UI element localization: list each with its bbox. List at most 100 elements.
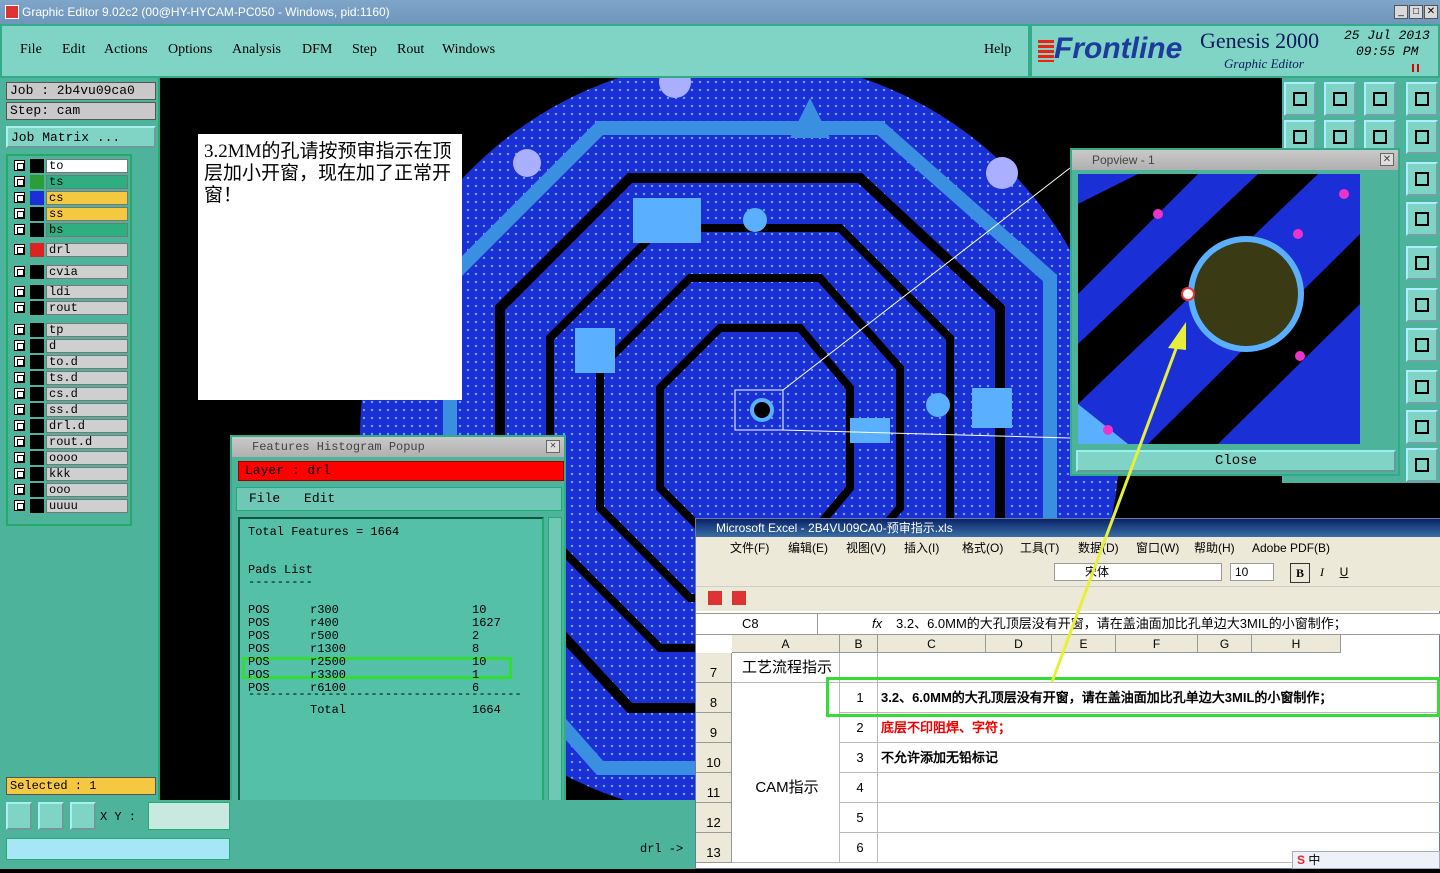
excel-menu-item[interactable]: 视图(V) xyxy=(846,537,886,559)
layer-color-swatch[interactable] xyxy=(30,499,44,513)
layer-color-swatch[interactable] xyxy=(30,207,44,221)
layer-name[interactable]: bs xyxy=(46,223,128,237)
layer-row-drl-d[interactable]: drl.d xyxy=(10,419,128,433)
help-icon[interactable] xyxy=(1406,162,1438,196)
cell-a[interactable] xyxy=(732,713,840,743)
save-icon[interactable] xyxy=(1324,82,1356,116)
italic-button[interactable]: I xyxy=(1312,563,1332,583)
excel-menu-item[interactable]: 插入(I) xyxy=(904,537,939,559)
layer-row-ts-d[interactable]: ts.d xyxy=(10,371,128,385)
layer-color-swatch[interactable] xyxy=(30,301,44,315)
cell-a[interactable]: 工艺流程指示 xyxy=(732,653,840,683)
layer-name[interactable]: d xyxy=(46,339,128,353)
layer-color-swatch[interactable] xyxy=(30,191,44,205)
menu-file[interactable]: File xyxy=(20,42,42,58)
menu-analysis[interactable]: Analysis xyxy=(232,42,281,58)
bold-button[interactable]: B xyxy=(1290,563,1310,583)
layer-name[interactable]: ss xyxy=(46,207,128,221)
layer-row-ldi[interactable]: ldi xyxy=(10,285,128,299)
layer-checkbox[interactable] xyxy=(14,286,25,297)
layer-color-swatch[interactable] xyxy=(30,467,44,481)
layer-row-to[interactable]: to xyxy=(10,159,128,173)
cell-a[interactable]: CAM指示 xyxy=(732,773,840,803)
histogram-menu-file[interactable]: File xyxy=(249,491,280,506)
layer-row-cvia[interactable]: cvia xyxy=(10,265,128,279)
histogram-close-icon[interactable]: ✕ xyxy=(546,440,560,453)
menu-dfm[interactable]: DFM xyxy=(302,42,332,58)
excel-menu-item[interactable]: 帮助(H) xyxy=(1194,537,1235,559)
selected-hole[interactable] xyxy=(750,398,774,422)
layer-color-swatch[interactable] xyxy=(30,435,44,449)
cell-a[interactable] xyxy=(732,833,840,863)
column-header[interactable]: C xyxy=(878,635,986,653)
minimize-button[interactable]: _ xyxy=(1394,5,1408,19)
ime-tray[interactable]: S 中 xyxy=(1292,851,1440,869)
layer-name[interactable]: ts.d xyxy=(46,371,128,385)
cell-c[interactable] xyxy=(878,803,1440,833)
cell-b[interactable]: 4 xyxy=(840,773,878,803)
layer-name[interactable]: cs xyxy=(46,191,128,205)
row-header[interactable]: 11 xyxy=(696,773,732,803)
layer-checkbox[interactable] xyxy=(14,404,25,415)
layer-name[interactable]: tp xyxy=(46,323,128,337)
menu-rout[interactable]: Rout xyxy=(397,42,424,58)
layer-checkbox[interactable] xyxy=(14,500,25,511)
layer-checkbox[interactable] xyxy=(14,302,25,313)
menu-options[interactable]: Options xyxy=(168,42,212,58)
cell-a[interactable] xyxy=(732,803,840,833)
layer-row-cs[interactable]: cs xyxy=(10,191,128,205)
layer-checkbox[interactable] xyxy=(14,176,25,187)
layer-row-ts[interactable]: ts xyxy=(10,175,128,189)
layer-name[interactable]: ss.d xyxy=(46,403,128,417)
open-icon[interactable] xyxy=(1284,82,1316,116)
layer-checkbox[interactable] xyxy=(14,356,25,367)
layer-name[interactable]: to.d xyxy=(46,355,128,369)
pad-icon[interactable] xyxy=(1406,246,1438,280)
layer-color-swatch[interactable] xyxy=(30,355,44,369)
home-icon[interactable] xyxy=(1364,82,1396,116)
cell-b[interactable]: 3 xyxy=(840,743,878,773)
row-header[interactable]: 7 xyxy=(696,653,732,683)
layer-checkbox[interactable] xyxy=(14,208,25,219)
layer-row-cs-d[interactable]: cs.d xyxy=(10,387,128,401)
layer-checkbox[interactable] xyxy=(14,244,25,255)
underline-button[interactable]: U xyxy=(1334,563,1354,583)
layer-color-swatch[interactable] xyxy=(30,285,44,299)
layer-checkbox[interactable] xyxy=(14,160,25,171)
cell-a[interactable] xyxy=(732,683,840,713)
layer-name[interactable]: drl.d xyxy=(46,419,128,433)
xy-input[interactable] xyxy=(148,802,230,830)
excel-menu-item[interactable]: 编辑(E) xyxy=(788,537,828,559)
pdf-icon[interactable] xyxy=(708,591,722,605)
layer-name[interactable]: to xyxy=(46,159,128,173)
grid-tool-icon[interactable] xyxy=(70,802,96,830)
route-icon[interactable] xyxy=(1406,448,1438,482)
layer-color-swatch[interactable] xyxy=(30,223,44,237)
layer-name[interactable]: ooo xyxy=(46,483,128,497)
zoom-tool-icon[interactable] xyxy=(6,802,32,830)
name-box[interactable]: C8 xyxy=(696,614,818,634)
layer-name[interactable]: ts xyxy=(46,175,128,189)
layer-checkbox[interactable] xyxy=(14,340,25,351)
layer-color-swatch[interactable] xyxy=(30,265,44,279)
layer-name[interactable]: ldi xyxy=(46,285,128,299)
layer-row-rout-d[interactable]: rout.d xyxy=(10,435,128,449)
layer-color-swatch[interactable] xyxy=(30,419,44,433)
layer-color-swatch[interactable] xyxy=(30,387,44,401)
layer-color-swatch[interactable] xyxy=(30,403,44,417)
flag-icon[interactable] xyxy=(1406,328,1438,362)
row-header[interactable]: 12 xyxy=(696,803,732,833)
layer-row-bs[interactable]: bs xyxy=(10,223,128,237)
cell-b[interactable]: 2 xyxy=(840,713,878,743)
column-header[interactable]: B xyxy=(840,635,878,653)
cell-c[interactable] xyxy=(878,773,1440,803)
excel-menu-item[interactable]: 格式(O) xyxy=(962,537,1003,559)
layer-row-oooo[interactable]: oooo xyxy=(10,451,128,465)
layer-checkbox[interactable] xyxy=(14,436,25,447)
layer-checkbox[interactable] xyxy=(14,452,25,463)
settings-icon[interactable] xyxy=(1406,202,1438,236)
cell-a[interactable] xyxy=(732,743,840,773)
layer-checkbox[interactable] xyxy=(14,484,25,495)
row-header[interactable]: 10 xyxy=(696,743,732,773)
layer-name[interactable]: oooo xyxy=(46,451,128,465)
